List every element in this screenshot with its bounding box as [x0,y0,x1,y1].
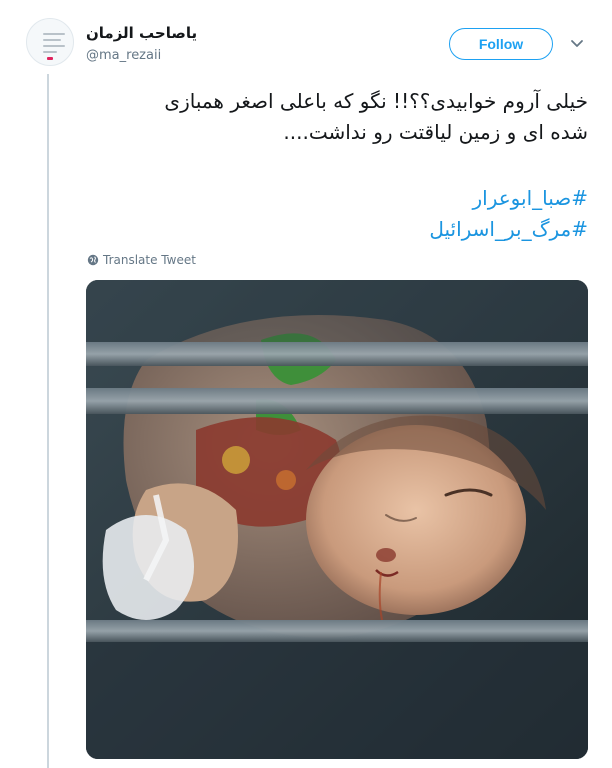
thread-line [47,74,49,768]
avatar-text-line [43,39,61,41]
chevron-down-icon[interactable] [570,38,584,50]
translate-tweet-link[interactable]: Translate Tweet [87,253,196,267]
avatar-mark [47,57,53,60]
tweet-text: خیلی آروم خوابیدی؟؟!! نگو که باعلی اصغر … [86,86,588,148]
tweet-text-line: خیلی آروم خوابیدی؟؟!! نگو که باعلی اصغر … [164,89,588,113]
tweet-text-line: شده ای و زمین لیاقتت رو نداشت.... [283,120,588,144]
translate-label: Translate Tweet [103,253,196,267]
avatar-text-line [43,33,65,35]
hashtag-link[interactable]: #صبا_ابوعرار [86,183,588,214]
author-handle[interactable]: @ma_rezaii [86,48,161,63]
author-display-name[interactable]: یاصاحب الزمان [86,24,197,42]
tweet-photo[interactable] [86,280,588,759]
hashtag-link[interactable]: #مرگ_بر_اسرائیل [86,214,588,245]
avatar-text-line [43,45,65,47]
follow-button[interactable]: Follow [449,28,553,60]
photo-illustration [86,280,588,759]
avatar[interactable] [26,18,74,66]
avatar-text-line [43,51,57,53]
globe-icon [87,254,99,266]
hashtag-list: #صبا_ابوعرار #مرگ_بر_اسرائیل [86,183,588,245]
